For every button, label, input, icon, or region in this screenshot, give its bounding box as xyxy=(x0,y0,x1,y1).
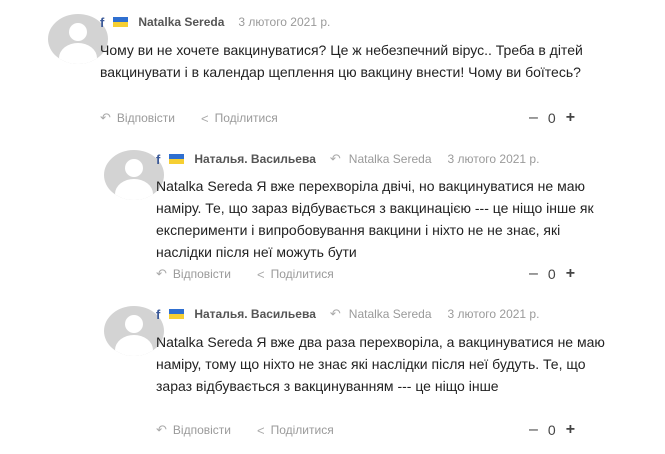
reply-button[interactable]: ↶ Відповісти xyxy=(100,110,175,126)
ukraine-flag-icon xyxy=(113,17,129,27)
comment-date: 3 лютого 2021 р. xyxy=(447,152,540,166)
vote-controls: – 0 + xyxy=(519,265,575,283)
comment-text: Natalka Sereda Я вже перехворіла двічі, … xyxy=(156,178,594,260)
vote-controls: – 0 + xyxy=(519,421,575,439)
reply-arrow-icon: ↶ xyxy=(329,151,341,166)
share-label: Поділитися xyxy=(270,267,334,281)
upvote-button[interactable]: + xyxy=(566,265,575,283)
comment-author[interactable]: Наталья. Васильева xyxy=(194,307,316,321)
share-label: Поділитися xyxy=(214,111,278,125)
share-button[interactable]: < Поділитися xyxy=(201,111,278,126)
share-button[interactable]: < Поділитися xyxy=(257,423,334,438)
reply-to[interactable]: ↶ Natalka Sereda xyxy=(330,151,432,167)
share-label: Поділитися xyxy=(270,423,334,437)
upvote-button[interactable]: + xyxy=(566,421,575,439)
comment-author[interactable]: Natalka Sereda xyxy=(138,15,224,29)
reply-to[interactable]: ↶ Natalka Sereda xyxy=(330,306,432,322)
comment-actions: ↶ Відповісти < Поділитися xyxy=(156,421,360,439)
comment-text: Natalka Sereda Я вже два раза перехворіл… xyxy=(156,334,605,394)
reply-arrow-icon: ↶ xyxy=(329,306,341,321)
reply-button[interactable]: ↶ Відповісти xyxy=(156,422,231,438)
facebook-icon[interactable]: f xyxy=(156,307,160,322)
avatar[interactable] xyxy=(48,14,108,64)
comment-author[interactable]: Наталья. Васильева xyxy=(194,152,316,166)
reply-label: Відповісти xyxy=(172,423,231,437)
reply-to-name: Natalka Sereda xyxy=(348,152,432,166)
reply-label: Відповісти xyxy=(116,111,175,125)
reply-arrow-icon: ↶ xyxy=(156,266,167,281)
upvote-button[interactable]: + xyxy=(566,109,575,127)
share-icon: < xyxy=(201,110,209,126)
comment-actions: ↶ Відповісти < Поділитися xyxy=(100,109,304,127)
share-icon: < xyxy=(257,422,265,438)
vote-score: 0 xyxy=(547,266,556,282)
comment-header: f Natalka Sereda 3 лютого 2021 р. xyxy=(100,14,330,30)
reply-arrow-icon: ↶ xyxy=(100,110,111,125)
reply-button[interactable]: ↶ Відповісти xyxy=(156,266,231,282)
avatar[interactable] xyxy=(104,306,164,356)
comment-date: 3 лютого 2021 р. xyxy=(238,15,331,29)
facebook-icon[interactable]: f xyxy=(156,152,160,167)
avatar[interactable] xyxy=(104,150,164,200)
comment-actions: ↶ Відповісти < Поділитися xyxy=(156,265,360,283)
vote-score: 0 xyxy=(547,422,556,438)
comment-date: 3 лютого 2021 р. xyxy=(447,307,540,321)
reply-arrow-icon: ↶ xyxy=(156,422,167,437)
ukraine-flag-icon xyxy=(169,309,185,319)
share-icon: < xyxy=(257,266,265,282)
facebook-icon[interactable]: f xyxy=(100,15,104,30)
vote-controls: – 0 + xyxy=(519,109,575,127)
ukraine-flag-icon xyxy=(169,154,185,164)
reply-to-name: Natalka Sereda xyxy=(348,307,432,321)
vote-score: 0 xyxy=(547,110,556,126)
comment-header: f Наталья. Васильева ↶ Natalka Sereda 3 … xyxy=(156,151,539,167)
downvote-button[interactable]: – xyxy=(529,421,538,439)
share-button[interactable]: < Поділитися xyxy=(257,267,334,282)
downvote-button[interactable]: – xyxy=(529,109,538,127)
downvote-button[interactable]: – xyxy=(529,265,538,283)
reply-label: Відповісти xyxy=(172,267,231,281)
comment-header: f Наталья. Васильева ↶ Natalka Sereda 3 … xyxy=(156,306,539,322)
comment-text: Чому ви не хочете вакцинуватися? Це ж не… xyxy=(100,42,583,80)
